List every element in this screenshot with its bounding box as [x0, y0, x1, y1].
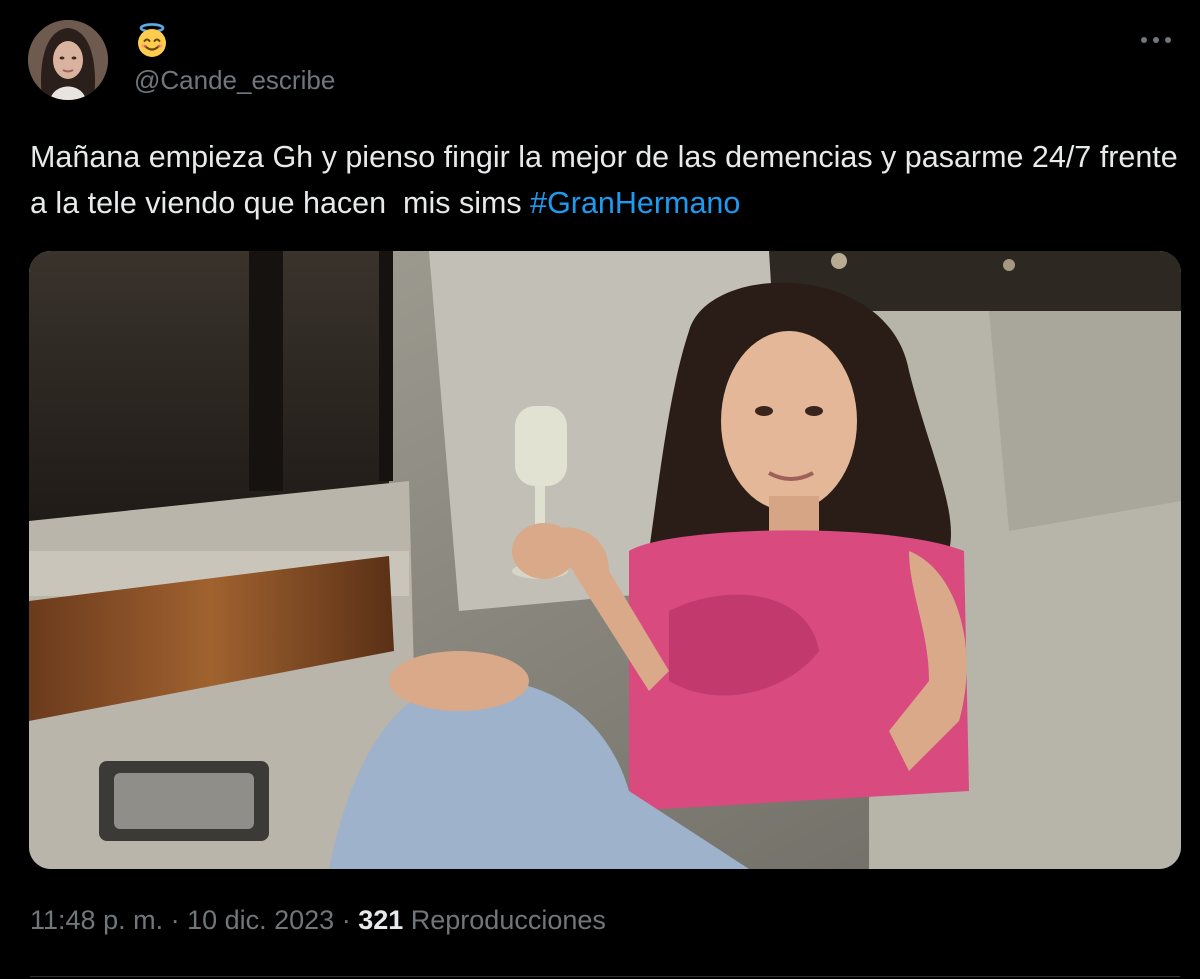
divider [30, 976, 1180, 977]
tweet-meta: 11:48 p. m. · 10 dic. 2023 · 321 Reprodu… [30, 900, 606, 940]
author-handle[interactable]: @Cande_escribe [134, 63, 335, 97]
avatar[interactable] [28, 20, 108, 100]
more-horizontal-icon [1141, 37, 1171, 43]
display-name[interactable] [134, 22, 170, 58]
meta-separator: · [334, 905, 359, 935]
smiling-face-with-halo-icon [138, 23, 166, 57]
hashtag-link[interactable]: #GranHermano [530, 186, 740, 220]
tweet-time[interactable]: 11:48 p. m. [30, 905, 163, 935]
avatar-image [28, 20, 108, 100]
tweet-photo[interactable] [29, 251, 1181, 869]
tweet-text: Mañana empieza Gh y pienso fingir la mej… [30, 134, 1180, 226]
more-options-button[interactable] [1138, 28, 1174, 52]
tweet-date[interactable]: 10 dic. 2023 [187, 905, 334, 935]
photo-girl-in-limo [29, 251, 1181, 869]
views-label: Reproducciones [403, 905, 606, 935]
views-count[interactable]: 321 [358, 905, 403, 935]
meta-separator: · [163, 905, 188, 935]
